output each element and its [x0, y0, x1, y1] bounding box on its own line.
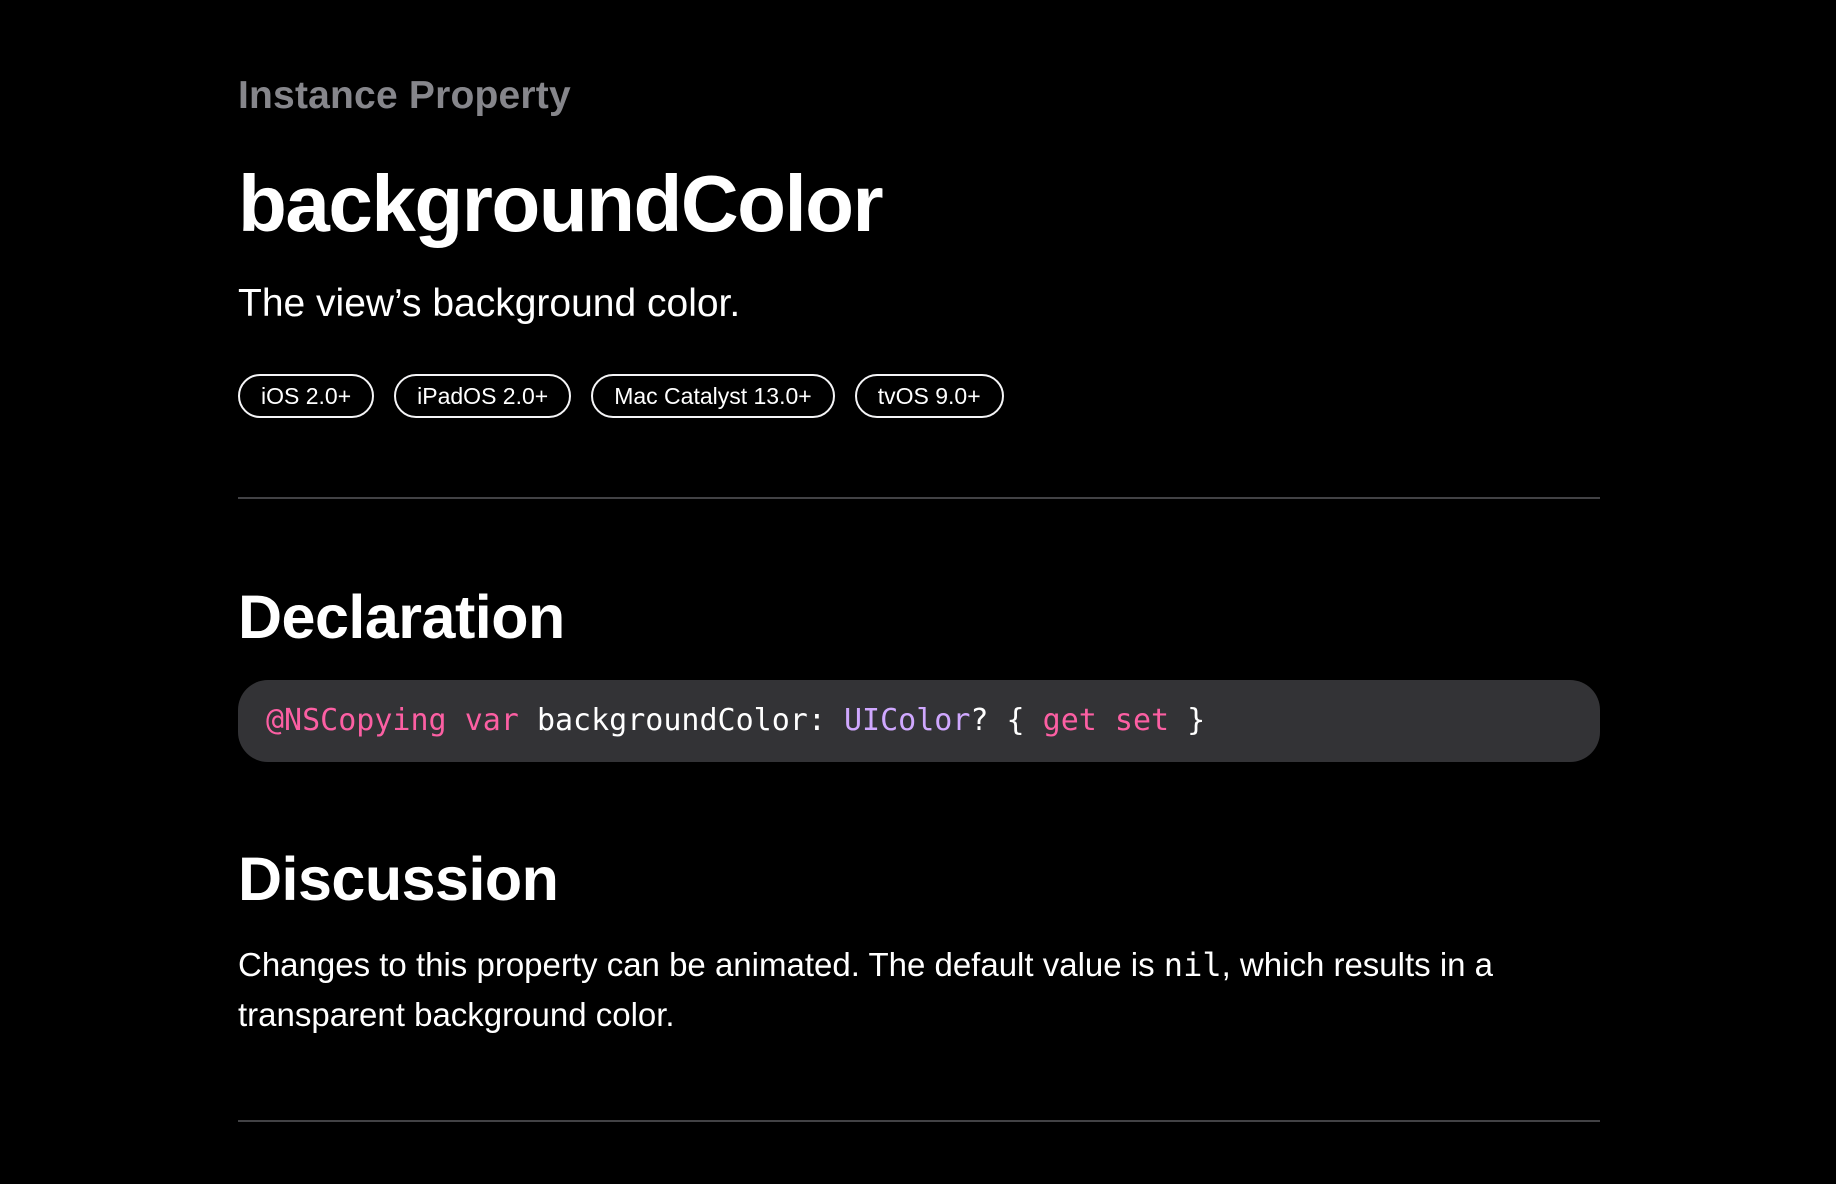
declaration-code-block: @NSCopying var backgroundColor: UIColor?…	[238, 680, 1600, 762]
code-var-keyword: var	[464, 703, 519, 738]
section-divider-bottom	[238, 1120, 1600, 1122]
code-set-keyword: set	[1114, 703, 1170, 738]
code-type-link[interactable]: UIColor	[844, 703, 970, 738]
availability-badge-mac-catalyst: Mac Catalyst 13.0+	[591, 374, 835, 418]
code-optional-brace: ? {	[970, 703, 1025, 738]
page-title: backgroundColor	[238, 159, 884, 248]
inline-code-nil: nil	[1163, 946, 1222, 984]
code-get-keyword: get	[1042, 703, 1097, 738]
availability-badge-ios: iOS 2.0+	[238, 374, 375, 418]
section-divider	[238, 497, 1600, 499]
availability-badge-ipados: iPadOS 2.0+	[394, 374, 572, 418]
code-attribute: @NSCopying	[266, 703, 447, 738]
discussion-heading: Discussion	[238, 845, 559, 913]
symbol-abstract: The view’s background color.	[238, 282, 741, 325]
code-close-brace: }	[1187, 703, 1206, 738]
code-property-name: backgroundColor:	[536, 703, 826, 738]
availability-badge-tvos: tvOS 9.0+	[854, 374, 1004, 418]
symbol-kind-label: Instance Property	[238, 74, 571, 117]
availability-badges: iOS 2.0+ iPadOS 2.0+ Mac Catalyst 13.0+ …	[238, 374, 1004, 418]
discussion-paragraph: Changes to this property can be animated…	[238, 940, 1600, 1040]
declaration-heading: Declaration	[238, 583, 565, 651]
discussion-text-start: Changes to this property can be animated…	[238, 946, 1164, 983]
